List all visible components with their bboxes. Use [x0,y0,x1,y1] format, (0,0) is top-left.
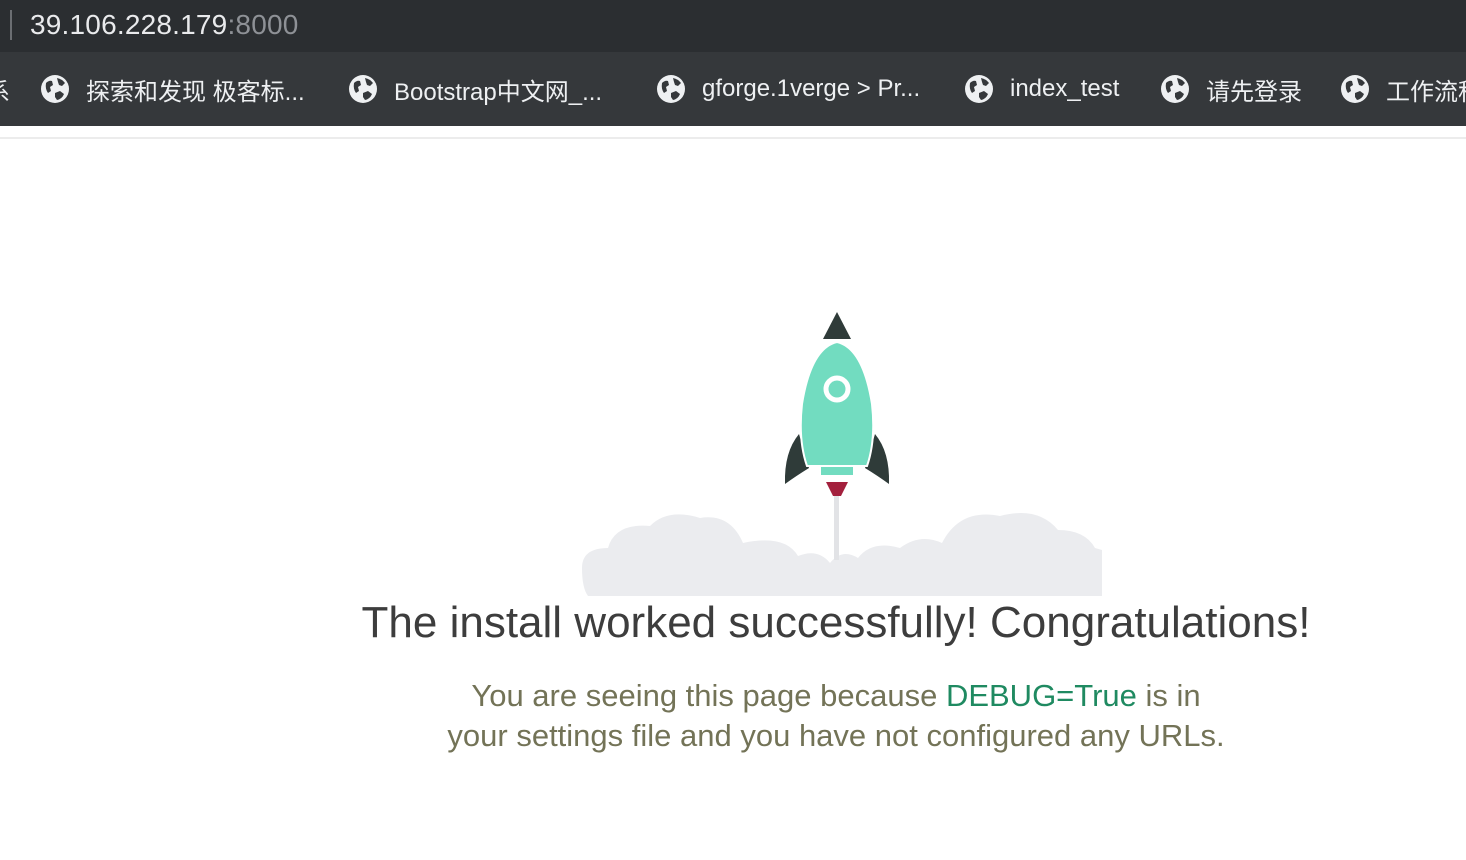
page-top-divider [0,137,1466,139]
text-caret [10,10,12,40]
bookmark-item[interactable]: 工作流程 [1340,52,1466,126]
globe-icon [349,75,377,103]
bookmark-label: index_test [1010,75,1120,102]
globe-icon [657,75,685,103]
url-field[interactable]: 39.106.228.179:8000 [30,8,299,42]
globe-icon [1161,75,1189,103]
url-port: :8000 [227,9,299,40]
rocket-illustration [582,312,1102,596]
bookmark-item[interactable]: gforge.1verge > Pr... [656,52,920,126]
debug-setting-highlight: DEBUG=True [945,678,1137,713]
bookmark-label: 工作流程 [1386,78,1466,106]
bookmark-item[interactable]: index_test [964,52,1119,126]
bookmark-label: 请先登录 [1206,78,1302,106]
cloud-shape [582,513,1102,596]
globe-icon [965,75,993,103]
globe-icon [1341,75,1369,103]
bookmark-partial[interactable]: 系 [0,52,10,126]
rocket-icon [784,312,890,496]
bookmark-partial-label: 系 [0,72,10,107]
bookmark-label: 探索和发现 极客标... [86,78,305,106]
status-message: You are seeing this page because DEBUG=T… [446,676,1226,756]
bookmark-item[interactable]: 请先登录 [1160,52,1302,126]
url-host: 39.106.228.179 [30,9,228,40]
address-bar[interactable]: 39.106.228.179:8000 [0,0,1466,52]
bookmark-item[interactable]: Bootstrap中文网_... [348,52,602,126]
message-part-1: You are seeing this page because [471,678,946,713]
bookmark-label: Bootstrap中文网_... [394,78,603,106]
globe-icon [41,75,69,103]
bookmark-label: gforge.1verge > Pr... [702,75,921,102]
bookmarks-bar: 系 探索和发现 极客标... Bootstrap中文网_... gforge.1… [0,52,1466,126]
page-title: The install worked successfully! Congrat… [361,598,1311,647]
bookmark-item[interactable]: 探索和发现 极客标... [40,52,305,126]
exhaust-trail [834,488,839,560]
